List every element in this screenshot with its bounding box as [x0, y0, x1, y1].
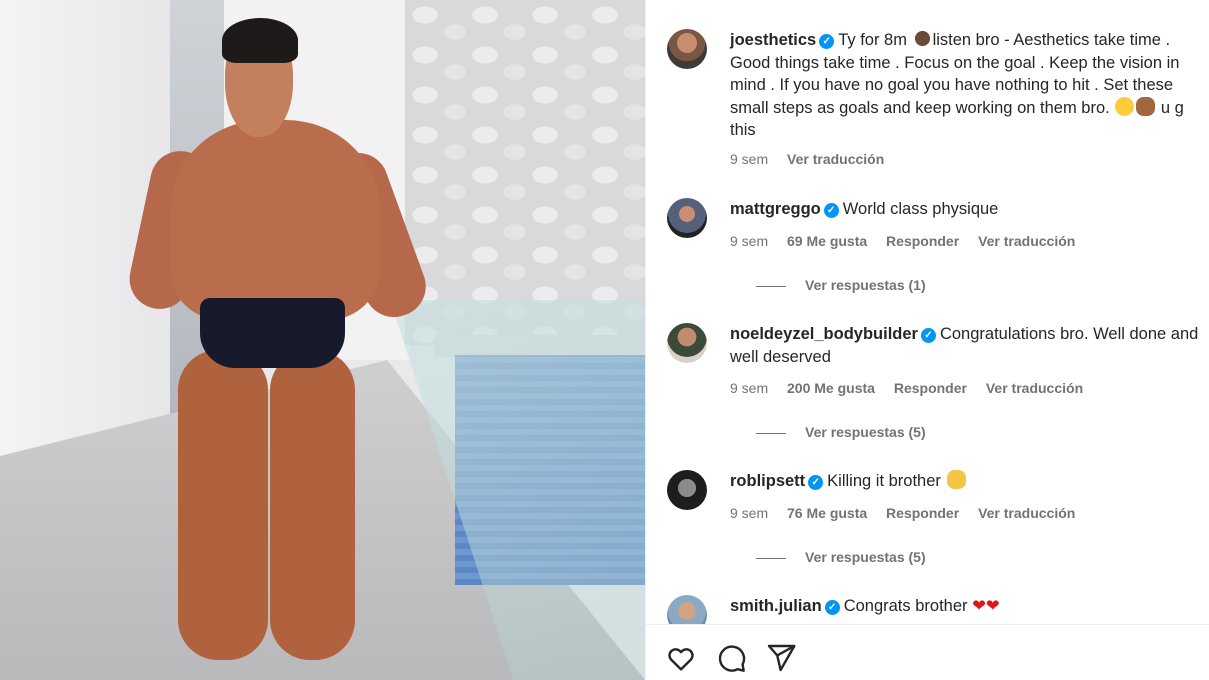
comment-text: Congratulations bro. Well done and — [939, 325, 1199, 343]
avatar[interactable] — [667, 323, 707, 363]
timestamp[interactable]: 9 sem — [730, 151, 768, 167]
verified-badge-icon: ✓ — [808, 475, 824, 490]
avatar[interactable] — [667, 198, 707, 238]
caption-text: u g — [1160, 98, 1184, 117]
timestamp[interactable]: 9 sem — [730, 505, 768, 521]
post-action-bar — [646, 624, 1209, 680]
replies-divider — [756, 432, 786, 434]
likes-count[interactable]: 69 Me gusta — [787, 233, 867, 249]
comment-text-line: smith.julian ✓ Congrats brother ❤❤ — [730, 595, 1209, 618]
reply-button[interactable]: Responder — [894, 380, 967, 396]
translate-button[interactable]: Ver traducción — [978, 505, 1075, 521]
caption-text: mind . If you have no goal you have noth… — [730, 76, 1174, 94]
clapping-hands-emoji-icon — [946, 470, 966, 489]
username-link[interactable]: noeldeyzel_bodybuilder — [730, 325, 918, 343]
caption-text: small steps as goals and keep working on… — [730, 98, 1110, 117]
smiling-halo-emoji-icon — [1115, 96, 1135, 116]
avatar[interactable] — [667, 595, 707, 624]
caption-text: listen bro - Aesthetics take time . — [932, 31, 1171, 49]
verified-badge-icon: ✓ — [819, 34, 835, 49]
translate-button[interactable]: Ver traducción — [978, 233, 1075, 249]
username-link[interactable]: roblipsett — [730, 472, 805, 490]
image-figure-leg — [270, 350, 355, 660]
comment-meta: 9 sem 200 Me gusta Responder Ver traducc… — [730, 380, 1098, 396]
comments-panel: joesthetics ✓ Ty for 8m listen bro - Aesth… — [645, 0, 1209, 680]
likes-count[interactable]: 200 Me gusta — [787, 380, 875, 396]
username-link[interactable]: joesthetics — [730, 31, 816, 49]
caption-line: small steps as goals and keep working on… — [730, 96, 1209, 120]
comment-icon[interactable] — [715, 642, 747, 674]
folded-hands-emoji-icon — [912, 29, 932, 48]
post-image[interactable] — [0, 0, 645, 680]
timestamp[interactable]: 9 sem — [730, 380, 768, 396]
replies-divider — [756, 285, 786, 287]
reply-button[interactable]: Responder — [886, 505, 959, 521]
avatar[interactable] — [667, 29, 707, 69]
image-stone-wall — [405, 0, 645, 345]
image-figure-hair — [222, 18, 298, 63]
comment-meta: 9 sem Ver traducción — [730, 151, 899, 167]
image-figure-shorts — [200, 298, 345, 368]
caption-text: Ty for 8m — [838, 31, 907, 49]
heart-emoji-icon: ❤❤ — [972, 597, 1000, 615]
caption-line: joesthetics ✓ Ty for 8m listen bro - Aesth… — [730, 29, 1209, 52]
view-replies-button[interactable]: Ver respuestas (1) — [756, 277, 926, 293]
comment-text-line: roblipsett ✓ Killing it brother — [730, 470, 1209, 493]
view-replies-button[interactable]: Ver respuestas (5) — [756, 549, 926, 565]
image-figure-torso — [170, 120, 380, 320]
view-replies-button[interactable]: Ver respuestas (5) — [756, 424, 926, 440]
comment-text-line: noeldeyzel_bodybuilder ✓ Congratulations b… — [730, 323, 1209, 346]
verified-badge-icon: ✓ — [920, 328, 936, 343]
reply-button[interactable]: Responder — [886, 233, 959, 249]
comment-text: Congrats brother — [843, 597, 968, 615]
share-icon[interactable] — [765, 642, 797, 674]
comment-meta: 9 sem 69 Me gusta Responder Ver traducci… — [730, 233, 1090, 249]
username-link[interactable]: mattgreggo — [730, 200, 821, 218]
caption-text: this — [730, 121, 756, 139]
verified-badge-icon: ✓ — [823, 203, 839, 218]
comment-text: World class physique — [842, 200, 999, 218]
translate-button[interactable]: Ver traducción — [986, 380, 1083, 396]
comment-text: Killing it brother — [827, 472, 941, 490]
replies-divider — [756, 557, 786, 559]
verified-badge-icon: ✓ — [824, 600, 840, 615]
view-replies-label: Ver respuestas (5) — [805, 424, 926, 440]
view-replies-label: Ver respuestas (1) — [805, 277, 926, 293]
view-replies-label: Ver respuestas (5) — [805, 549, 926, 565]
image-figure-leg — [178, 350, 268, 660]
comment-text-line: mattgreggo ✓ World class physique — [730, 198, 1209, 221]
comment-meta: 9 sem 76 Me gusta Responder Ver traducci… — [730, 505, 1090, 521]
comments-list[interactable]: joesthetics ✓ Ty for 8m listen bro - Aesth… — [646, 0, 1209, 624]
caption-text: Good things take time . Focus on the goa… — [730, 53, 1180, 72]
avatar[interactable] — [667, 470, 707, 510]
likes-count[interactable]: 76 Me gusta — [787, 505, 867, 521]
comment-text: well deserved — [730, 347, 831, 366]
flexed-biceps-emoji-icon — [1136, 96, 1156, 116]
translate-button[interactable]: Ver traducción — [787, 151, 884, 167]
timestamp[interactable]: 9 sem — [730, 233, 768, 249]
username-link[interactable]: smith.julian — [730, 597, 822, 615]
heart-icon[interactable] — [665, 642, 697, 674]
